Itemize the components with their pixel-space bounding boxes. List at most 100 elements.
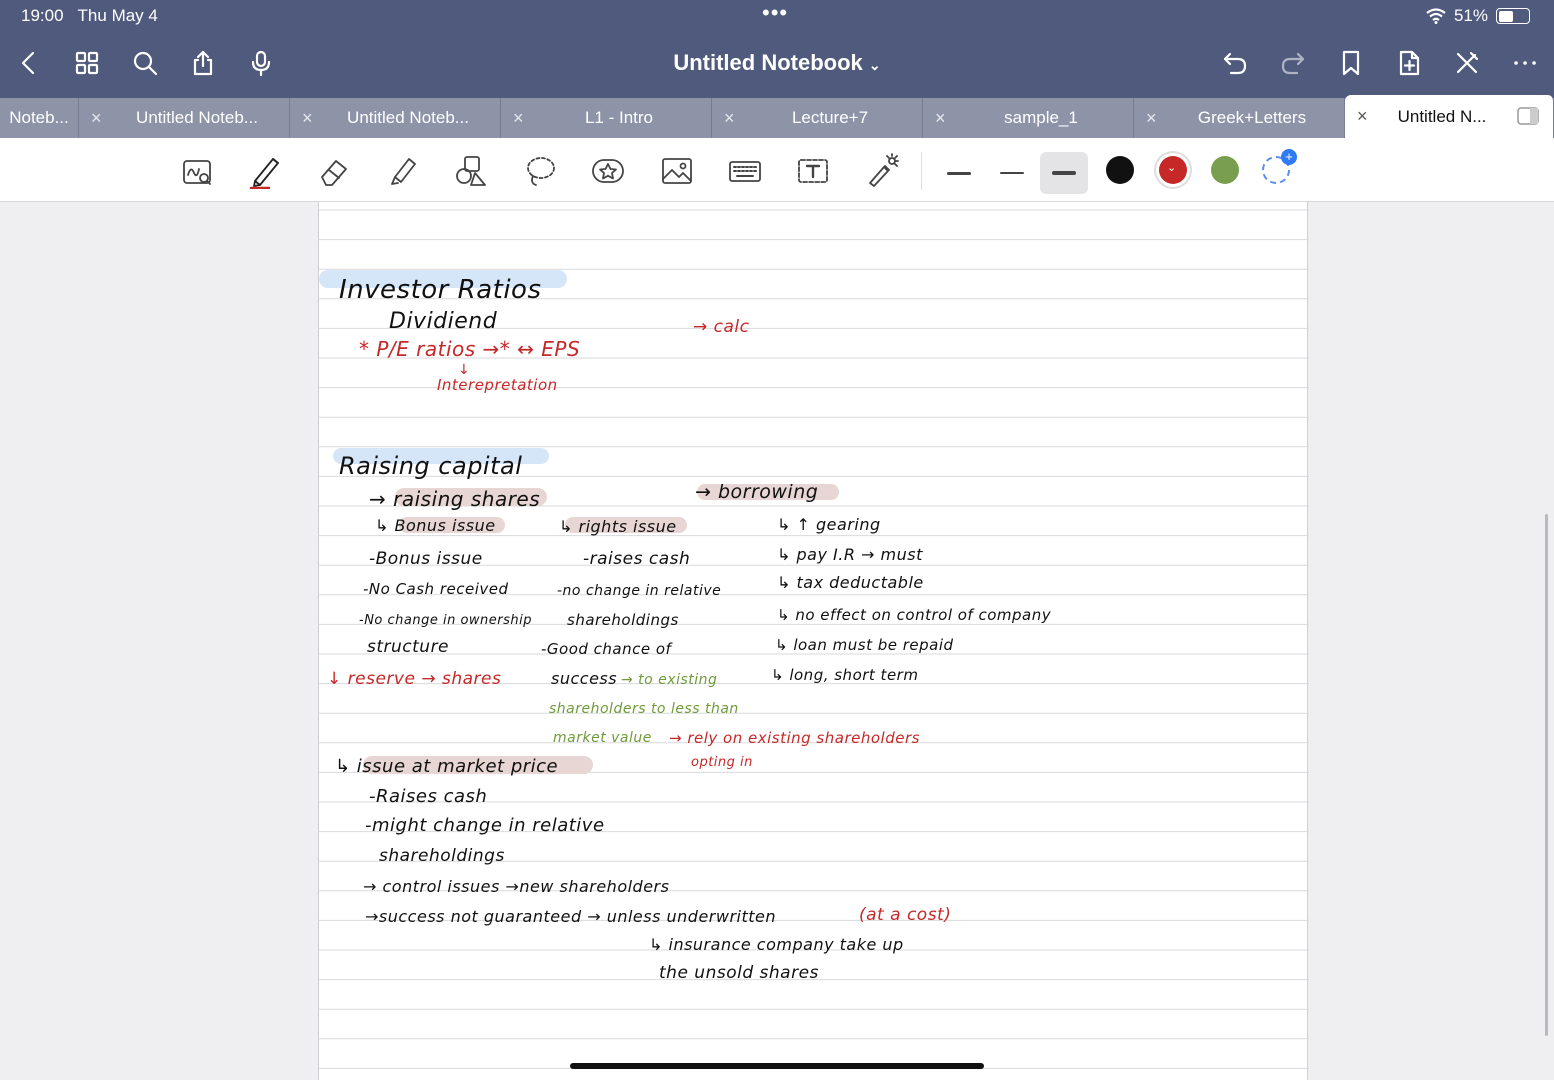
stroke-thin-option[interactable] xyxy=(935,152,983,194)
tab-l1-intro[interactable]: × L1 - Intro xyxy=(501,98,712,138)
note-rights-6: shareholders to less than xyxy=(549,701,739,717)
notebook-page[interactable]: Investor Ratios Dividiend * P/E ratios →… xyxy=(318,202,1309,1080)
pen-off-icon[interactable] xyxy=(1450,46,1484,80)
tab-label: L1 - Intro xyxy=(584,108,654,127)
zoom-window-icon[interactable] xyxy=(176,150,218,192)
tab-close-icon[interactable]: × xyxy=(1357,106,1368,127)
tab-label: sample_1 xyxy=(1004,108,1078,127)
note-market-7: the unsold shares xyxy=(659,963,819,983)
tab-label: Untitled Noteb... xyxy=(347,108,469,127)
back-chevron-icon[interactable] xyxy=(12,46,46,80)
tab-greek-letters[interactable]: × Greek+Letters xyxy=(1134,98,1345,138)
home-indicator[interactable] xyxy=(570,1063,984,1069)
vertical-scrollbar[interactable] xyxy=(1545,514,1548,1036)
split-view-icon[interactable] xyxy=(1517,107,1539,125)
add-color-icon[interactable]: + xyxy=(1262,149,1297,184)
status-time: 19:00 xyxy=(21,6,64,25)
tab-close-icon[interactable]: × xyxy=(935,108,946,129)
notebook-canvas[interactable]: Investor Ratios Dividiend * P/E ratios →… xyxy=(0,202,1554,1080)
handwritten-notes: Investor Ratios Dividiend * P/E ratios →… xyxy=(319,270,1052,983)
grid-view-icon[interactable] xyxy=(70,46,104,80)
note-borrow-5: ↳ long, short term xyxy=(771,666,918,684)
note-dividend: Dividiend xyxy=(389,309,498,334)
drawing-toolbar: ⌄ + xyxy=(0,138,1554,302)
note-rights-2: -no change in relative xyxy=(557,583,721,599)
tab-close-icon[interactable]: × xyxy=(91,108,102,129)
status-bar: 19:00 Thu May 4 xyxy=(21,6,158,26)
stroke-thick-option[interactable] xyxy=(1040,152,1088,194)
color-swatch-black[interactable] xyxy=(1106,156,1134,184)
undo-icon[interactable] xyxy=(1218,46,1252,80)
note-borrow-1: ↳ pay I.R → must xyxy=(777,545,923,564)
note-market-4: → control issues →new shareholders xyxy=(363,877,669,896)
text-box-icon[interactable] xyxy=(792,150,834,192)
title-chevron-down-icon: ⌄ xyxy=(868,57,881,73)
note-market-5: →success not guaranteed → unless underwr… xyxy=(365,907,776,926)
tab-notebook-1[interactable]: Noteb... xyxy=(0,98,79,138)
tab-close-icon[interactable]: × xyxy=(513,108,524,129)
tab-label: Lecture+7 xyxy=(791,108,869,127)
sticker-icon[interactable] xyxy=(587,150,629,192)
microphone-icon[interactable] xyxy=(244,46,278,80)
note-rights-4: -Good chance of xyxy=(541,640,674,658)
note-calc: → calc xyxy=(693,317,750,337)
tab-close-icon[interactable]: × xyxy=(1146,108,1157,129)
note-market-3: shareholdings xyxy=(379,846,505,866)
note-market-6: ↳ insurance company take up xyxy=(649,935,904,954)
note-borrow-3: ↳ no effect on control of company xyxy=(777,606,1052,624)
highlighter-icon[interactable] xyxy=(382,150,424,192)
share-icon[interactable] xyxy=(186,46,220,80)
note-rights-8: opting in xyxy=(691,755,753,770)
heading-investor-ratios: Investor Ratios xyxy=(339,275,542,305)
note-market-5b: (at a cost) xyxy=(859,905,951,925)
tab-close-icon[interactable]: × xyxy=(302,108,313,129)
tab-notebook-3[interactable]: × Untitled Noteb... xyxy=(290,98,501,138)
note-bonus-2: -No Cash received xyxy=(363,580,509,598)
note-borrowing: → borrowing xyxy=(695,481,818,503)
multitask-dots-icon[interactable]: ••• xyxy=(762,2,788,24)
note-rights-1: -raises cash xyxy=(583,549,690,569)
redo-icon[interactable] xyxy=(1276,46,1310,80)
note-bonus-4: structure xyxy=(367,637,449,657)
tab-sample-1[interactable]: × sample_1 xyxy=(923,98,1134,138)
tab-label: Untitled Noteb... xyxy=(136,108,258,127)
note-pe-ratios: * P/E ratios →* ↔ EPS xyxy=(359,337,580,361)
note-rights-3: shareholdings xyxy=(567,611,679,629)
laser-pointer-icon[interactable] xyxy=(861,150,903,192)
add-page-icon[interactable] xyxy=(1392,46,1426,80)
stroke-medium-option[interactable] xyxy=(988,152,1036,194)
note-gearing: ↳ ↑ gearing xyxy=(777,515,881,534)
heading-raising-capital: Raising capital xyxy=(339,452,522,480)
keyboard-icon[interactable] xyxy=(724,150,766,192)
tab-active-notebook[interactable]: × Untitled N... xyxy=(1345,95,1554,138)
battery-percent: 51% xyxy=(1453,6,1488,25)
tab-close-icon[interactable]: × xyxy=(724,108,735,129)
note-rights-5b: → to existing xyxy=(621,672,717,688)
bookmark-icon[interactable] xyxy=(1334,46,1368,80)
eraser-icon[interactable] xyxy=(313,150,355,192)
shapes-icon[interactable] xyxy=(450,150,492,192)
note-bonus-1: -Bonus issue xyxy=(369,549,483,569)
color-swatch-red[interactable]: ⌄ xyxy=(1159,156,1187,184)
pen-tool-icon[interactable] xyxy=(244,150,286,192)
note-borrow-4: ↳ loan must be repaid xyxy=(775,636,954,654)
note-market-1: -Raises cash xyxy=(369,786,487,807)
chevron-down-icon: ⌄ xyxy=(1167,162,1177,174)
note-rights-7: market value xyxy=(553,730,652,746)
search-icon[interactable] xyxy=(128,46,162,80)
note-rights-5: success xyxy=(551,669,617,688)
wifi-icon xyxy=(1426,8,1446,24)
note-raising-shares: → raising shares xyxy=(369,487,540,511)
tab-label: Noteb... xyxy=(9,108,69,127)
note-bonus-issue-head: ↳ Bonus issue xyxy=(375,516,496,535)
tab-lecture-7[interactable]: × Lecture+7 xyxy=(712,98,923,138)
note-rights-issue-head: ↳ rights issue xyxy=(559,517,677,536)
lasso-icon[interactable] xyxy=(519,150,561,192)
more-options-icon[interactable] xyxy=(1508,46,1542,80)
color-swatch-green[interactable] xyxy=(1211,156,1239,184)
document-title[interactable]: Untitled Notebook ⌄ xyxy=(673,50,880,75)
note-bonus-5: ↓ reserve → shares xyxy=(327,669,501,689)
image-icon[interactable] xyxy=(656,150,698,192)
tab-bar: Noteb... × Untitled Noteb... × Untitled No… xyxy=(0,95,1554,138)
tab-notebook-2[interactable]: × Untitled Noteb... xyxy=(79,98,290,138)
